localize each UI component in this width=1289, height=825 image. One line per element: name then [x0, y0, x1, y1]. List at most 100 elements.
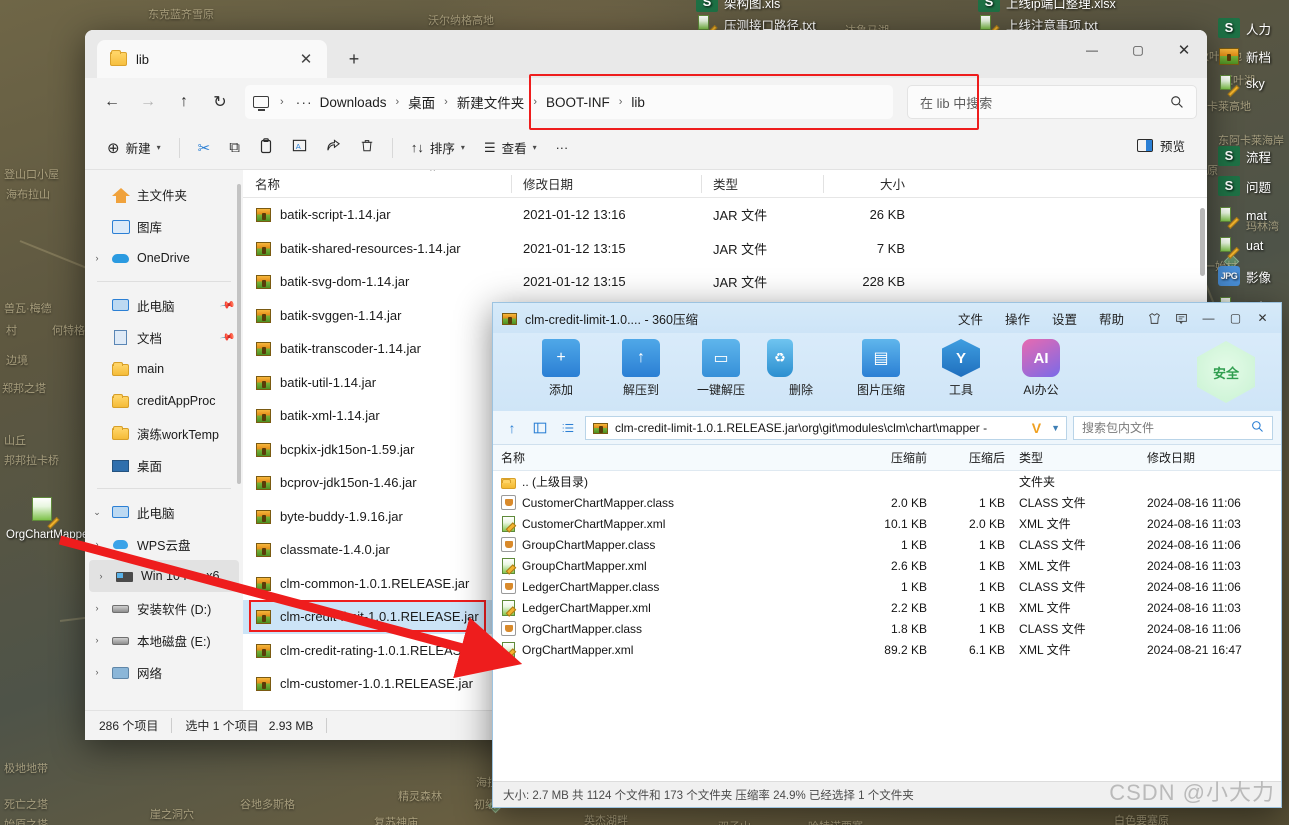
sidebar-item-main[interactable]: main: [85, 353, 243, 385]
archive-toolbar-图片压缩[interactable]: ▤ 图片压缩: [841, 339, 921, 398]
breadcrumb-item[interactable]: lib: [629, 95, 647, 110]
column-header-date[interactable]: 修改日期: [511, 170, 701, 198]
archive-row[interactable]: GroupChartMapper.xml 2.6 KB 1 KB XML 文件 2024…: [493, 555, 1281, 576]
share-button[interactable]: [318, 132, 349, 164]
close-tab-icon[interactable]: ✕: [293, 46, 319, 72]
security-badge[interactable]: 安全: [1197, 341, 1255, 403]
sidebar-item-图库[interactable]: 图库: [85, 210, 243, 242]
archive-row[interactable]: CustomerChartMapper.class 2.0 KB 1 KB CLASS…: [493, 492, 1281, 513]
archive-column-type[interactable]: 类型: [1011, 449, 1139, 466]
sidebar-item-桌面[interactable]: 桌面: [85, 449, 243, 481]
column-header-name[interactable]: 名称: [243, 170, 511, 198]
archive-menu-帮助[interactable]: 帮助: [1088, 309, 1135, 328]
archive-maximize-button[interactable]: ▢: [1223, 307, 1248, 329]
desktop-icon[interactable]: sky: [1218, 74, 1265, 98]
copy-button[interactable]: ⧉: [221, 132, 248, 164]
archive-column-date[interactable]: 修改日期: [1139, 449, 1195, 466]
archive-row[interactable]: LedgerChartMapper.xml 2.2 KB 1 KB XML 文件 202…: [493, 597, 1281, 618]
chevron-right-icon[interactable]: ›: [89, 539, 105, 549]
pin-icon[interactable]: 📌: [219, 297, 236, 313]
desktop-icon[interactable]: S 人力: [1218, 18, 1271, 38]
chevron-right-icon[interactable]: ›: [89, 603, 105, 613]
sidebar-item-creditappproc[interactable]: creditAppProc: [85, 385, 243, 417]
archive-toolbar-添加[interactable]: + 添加: [521, 339, 601, 398]
sidebar-item-win-10-pro-x6[interactable]: › Win 10 Pro x6: [89, 560, 239, 592]
maximize-button[interactable]: ▢: [1115, 30, 1161, 70]
table-row[interactable]: batik-svg-dom-1.14.jar 2021-01-12 13:15 JA…: [243, 265, 1207, 299]
desktop-icon[interactable]: mat: [1218, 206, 1267, 230]
sidebar-item-此电脑[interactable]: ⌄ 此电脑: [85, 496, 243, 528]
archive-row[interactable]: OrgChartMapper.xml 89.2 KB 6.1 KB XML 文件 202…: [493, 639, 1281, 660]
desktop-icon[interactable]: S 架构图.xls: [696, 0, 780, 12]
archive-path-input[interactable]: clm-credit-limit-1.0.1.RELEASE.jar\org\g…: [585, 415, 1067, 440]
paste-button[interactable]: [251, 132, 281, 164]
archive-window[interactable]: clm-credit-limit-1.0.... - 360压缩 文件 操作 设置帮…: [492, 302, 1282, 808]
archive-menu-设置[interactable]: 设置: [1041, 309, 1088, 328]
sidebar-item-onedrive[interactable]: › OneDrive: [85, 242, 243, 274]
archive-list[interactable]: .. (上级目录) 文件夹 CustomerChartMapper.class 2.0…: [493, 471, 1281, 660]
archive-row[interactable]: LedgerChartMapper.class 1 KB 1 KB CLASS 文件 2…: [493, 576, 1281, 597]
archive-column-before[interactable]: 压缩前: [848, 449, 933, 466]
archive-menu-操作[interactable]: 操作: [994, 309, 1041, 328]
breadcrumb-item[interactable]: BOOT-INF: [544, 95, 612, 110]
breadcrumb-item[interactable]: Downloads: [318, 95, 389, 110]
archive-column-name[interactable]: 名称: [493, 449, 848, 466]
close-button[interactable]: ✕: [1161, 30, 1207, 70]
chevron-right-icon[interactable]: ›: [89, 667, 105, 677]
sort-button[interactable]: ↑↓ 排序 ▾: [403, 132, 473, 164]
breadcrumb-item[interactable]: 桌面: [406, 92, 437, 112]
archive-row[interactable]: .. (上级目录) 文件夹: [493, 471, 1281, 492]
view-icon[interactable]: [529, 417, 551, 439]
desktop-icon[interactable]: 新档: [1218, 46, 1271, 66]
archive-close-button[interactable]: ✕: [1250, 307, 1275, 329]
breadcrumb-item[interactable]: 新建文件夹: [455, 92, 527, 112]
shirt-icon[interactable]: [1142, 307, 1167, 329]
preview-pane-button[interactable]: 预览: [1129, 130, 1193, 160]
file-list-scrollbar[interactable]: [1200, 208, 1205, 276]
sidebar-item-此电脑[interactable]: 此电脑 📌: [85, 289, 243, 321]
delete-button[interactable]: [352, 132, 382, 164]
table-row[interactable]: batik-shared-resources-1.14.jar 2021-01-1…: [243, 232, 1207, 266]
chevron-right-icon[interactable]: ›: [89, 253, 105, 263]
new-tab-button[interactable]: +: [341, 46, 367, 72]
column-header-size[interactable]: 大小: [823, 170, 919, 198]
more-options-button[interactable]: ···: [548, 132, 577, 164]
view-button[interactable]: ☰ 查看 ▾: [476, 132, 545, 164]
archive-minimize-button[interactable]: —: [1196, 307, 1221, 329]
desktop-icon[interactable]: S 问题: [1218, 176, 1271, 196]
table-row[interactable]: batik-script-1.14.jar 2021-01-12 13:16 JAR…: [243, 198, 1207, 232]
back-button[interactable]: ←: [95, 85, 129, 119]
explorer-tab-lib[interactable]: lib ✕: [97, 40, 327, 78]
up-button[interactable]: ↑: [167, 85, 201, 119]
sidebar-item-主文件夹[interactable]: 主文件夹: [85, 178, 243, 210]
column-header-type[interactable]: 类型: [701, 170, 823, 198]
chevron-down-icon[interactable]: ⌄: [89, 507, 105, 518]
archive-toolbar-工具[interactable]: Y 工具: [921, 339, 1001, 398]
rename-button[interactable]: A: [284, 132, 315, 164]
refresh-button[interactable]: ↻: [203, 85, 237, 119]
list-icon[interactable]: [557, 417, 579, 439]
search-input[interactable]: 在 lib 中搜索: [907, 85, 1197, 119]
breadcrumb[interactable]: › ··· Downloads › 桌面 › 新建文件夹 › BOOT-INF › lib: [245, 74, 979, 130]
forward-button[interactable]: →: [131, 85, 165, 119]
up-arrow-icon[interactable]: ↑: [501, 417, 523, 439]
archive-toolbar-AI办公[interactable]: AI AI办公: [1001, 339, 1081, 398]
desktop-icon[interactable]: S 流程: [1218, 146, 1271, 166]
desktop-icon[interactable]: S 上线ip端口整理.xlsx: [978, 0, 1116, 12]
cut-button[interactable]: ✂: [190, 132, 219, 164]
navigation-pane[interactable]: 主文件夹 图库 › OneDrive 此电脑 📌 文档 📌 main creditAppProc 演…: [85, 170, 243, 710]
new-button[interactable]: ⊕ 新建 ▾: [99, 132, 169, 164]
archive-toolbar-一键解压[interactable]: ▭ 一键解压: [681, 339, 761, 398]
chevron-down-icon[interactable]: ▼: [1047, 423, 1060, 433]
archive-row[interactable]: GroupChartMapper.class 1 KB 1 KB CLASS 文件 20…: [493, 534, 1281, 555]
breadcrumb-pc-icon[interactable]: [253, 96, 273, 111]
sidebar-item-本地磁盘-(e:)[interactable]: › 本地磁盘 (E:): [85, 624, 243, 656]
desktop-icon[interactable]: JPG 影像: [1218, 266, 1271, 286]
archive-search-input[interactable]: 搜索包内文件: [1073, 415, 1273, 440]
archive-menu-文件[interactable]: 文件: [947, 309, 994, 328]
sidebar-item-网络[interactable]: › 网络: [85, 656, 243, 688]
sidebar-item-文档[interactable]: 文档 📌: [85, 321, 243, 353]
pin-icon[interactable]: 📌: [219, 329, 236, 345]
chevron-right-icon[interactable]: ›: [89, 635, 105, 645]
breadcrumb-overflow[interactable]: ···: [291, 94, 318, 110]
